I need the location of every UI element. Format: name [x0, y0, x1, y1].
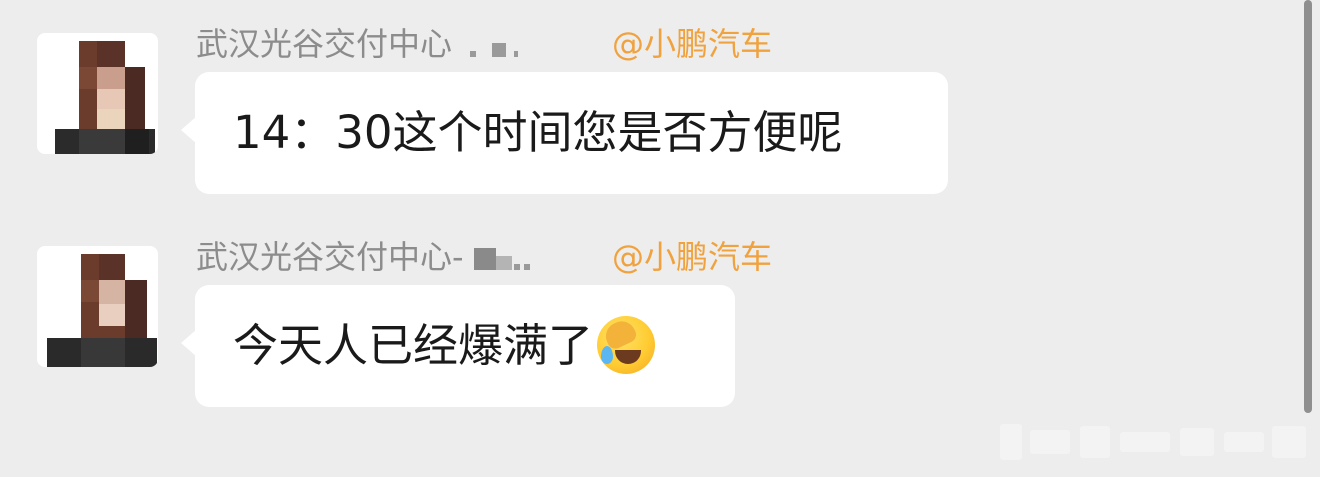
- sender-name: 武汉光谷交付中心-: [196, 237, 534, 277]
- tear-shape: [601, 346, 614, 364]
- brand-tag[interactable]: @小鹏汽车: [612, 24, 772, 64]
- mouth-shape: [615, 350, 642, 364]
- scrollbar[interactable]: [1304, 0, 1312, 413]
- sender-name: 武汉光谷交付中心: [196, 24, 522, 64]
- message-bubble[interactable]: 14：30这个时间您是否方便呢: [181, 72, 948, 194]
- avatar[interactable]: [37, 246, 158, 367]
- message-text: 14：30这个时间您是否方便呢: [233, 106, 843, 159]
- watermark: [1000, 420, 1310, 464]
- brand-tag[interactable]: @小鹏汽车: [612, 237, 772, 277]
- redacted-name: [462, 35, 522, 57]
- face-palm-crying-emoji: [597, 316, 656, 374]
- avatar[interactable]: [37, 33, 158, 154]
- message-text: 今天人已经爆满了: [233, 319, 594, 372]
- message-bubble[interactable]: 今天人已经爆满了: [181, 285, 735, 407]
- sender-name-text: 武汉光谷交付中心: [196, 25, 453, 63]
- redacted-name: [473, 248, 534, 270]
- sender-name-text: 武汉光谷交付中心-: [196, 238, 464, 276]
